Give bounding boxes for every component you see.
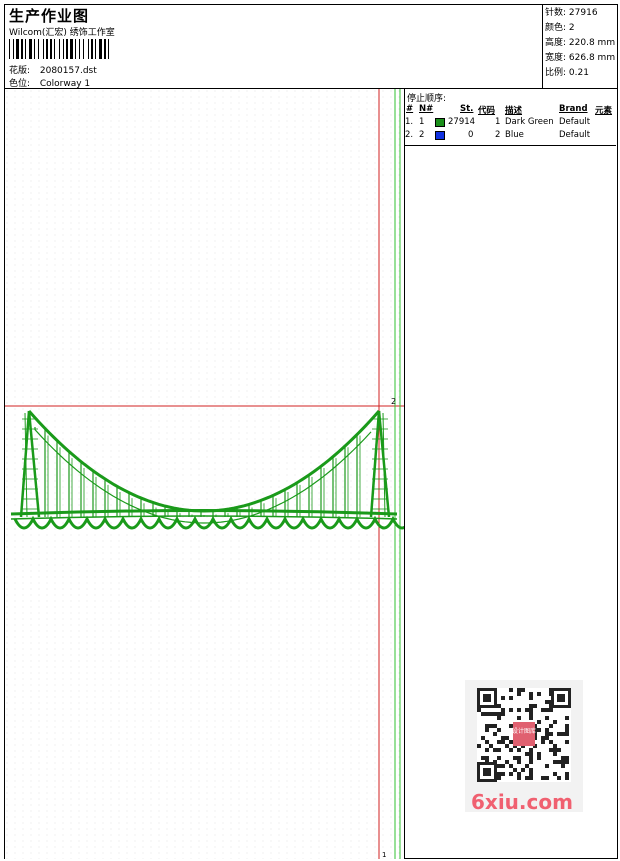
col-brand: Brand: [559, 104, 588, 114]
header-info: 生产作业图 Wilcom(汇宏) 绣饰工作室 花版: 2080157.dst 色…: [5, 5, 543, 89]
table-row[interactable]: 1. 1 27914 1 Dark Green Default: [405, 116, 616, 129]
qr-code-icon: 设计图库: [477, 688, 571, 782]
stat-width: 宽度: 626.8 mm: [545, 53, 616, 63]
design-label: 花版:: [9, 66, 31, 76]
table-header: # N# St. 代码 描述 Brand 元素: [405, 103, 616, 116]
table-row[interactable]: 2. 2 0 2 Blue Default: [405, 129, 616, 142]
col-description: 描述: [505, 106, 523, 116]
stamp-text-1: 设计图库: [512, 727, 536, 735]
embroidery-preview: 2 1: [5, 89, 404, 859]
design-stats: 针数: 27916 颜色: 2 高度: 220.8 mm 宽度: 626.8 m…: [543, 5, 617, 89]
stat-height: 高度: 220.8 mm: [545, 38, 616, 48]
stop-sequence-table: # N# St. 代码 描述 Brand 元素 1. 1 27914 1 Dar…: [405, 103, 616, 142]
colorway: 色位: Colorway 1: [9, 76, 90, 89]
table-divider: [405, 145, 616, 146]
stat-scale: 比例: 0.21: [545, 68, 589, 78]
company-name: Wilcom(汇宏) 绣饰工作室: [9, 28, 115, 38]
stat-colors: 颜色: 2: [545, 23, 575, 33]
stat-stitches: 针数: 27916: [545, 8, 598, 18]
col-index: #: [406, 104, 414, 114]
thread-color-swatch: [435, 131, 445, 140]
guide-marker-bottom: 1: [382, 851, 386, 859]
design-canvas[interactable]: 2 1: [5, 89, 404, 859]
col-stitches: St.: [460, 104, 474, 114]
col-needle: N#: [419, 104, 434, 114]
watermark-text: 6xiu.com: [471, 790, 573, 814]
colorway-value: Colorway 1: [39, 79, 91, 89]
design-file: 花版: 2080157.dst: [9, 63, 97, 76]
thread-color-swatch: [435, 118, 445, 127]
barcode-icon: [9, 39, 109, 59]
col-code: 代码: [478, 106, 496, 116]
colorway-label: 色位:: [9, 79, 31, 89]
guide-marker-label: 2: [391, 397, 396, 406]
design-value: 2080157.dst: [39, 66, 97, 76]
col-element: 元素: [595, 106, 613, 116]
page-title: 生产作业图: [9, 7, 90, 25]
